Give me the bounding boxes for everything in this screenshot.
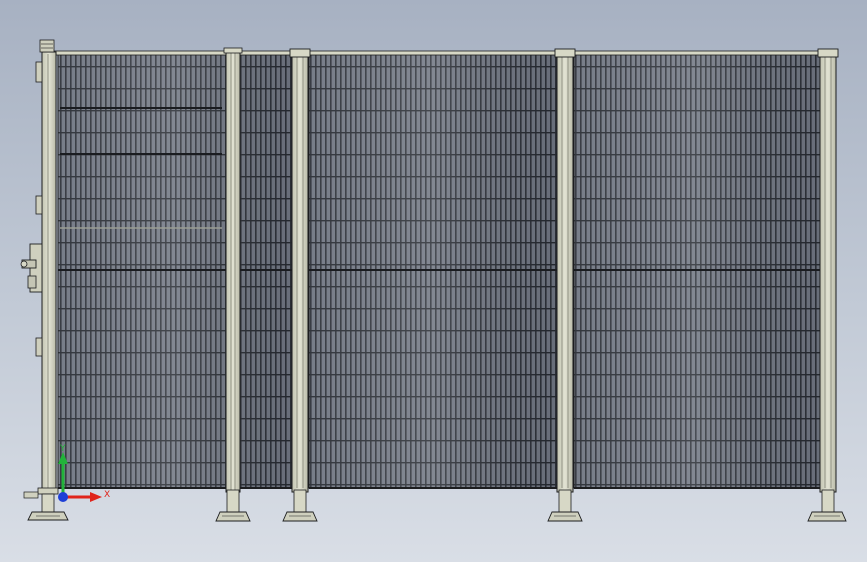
mesh-panel-door	[57, 53, 294, 489]
mesh-panel-right	[573, 53, 821, 489]
foot-3	[547, 489, 583, 522]
door-frame-bar	[223, 47, 243, 493]
post-2	[289, 48, 311, 493]
3d-viewport[interactable]: Y X	[0, 0, 867, 562]
post-3	[554, 48, 576, 493]
foot-door	[215, 489, 251, 522]
foot-4	[807, 489, 847, 522]
mesh-panel-middle	[308, 53, 558, 489]
fence-model: Y X	[20, 39, 847, 522]
x-axis-label: X	[104, 490, 110, 500]
top-rail	[53, 50, 827, 56]
post-4	[817, 48, 839, 493]
foot-2	[282, 489, 318, 522]
y-axis-label: Y	[59, 444, 66, 454]
door-handle-icon	[20, 243, 43, 293]
